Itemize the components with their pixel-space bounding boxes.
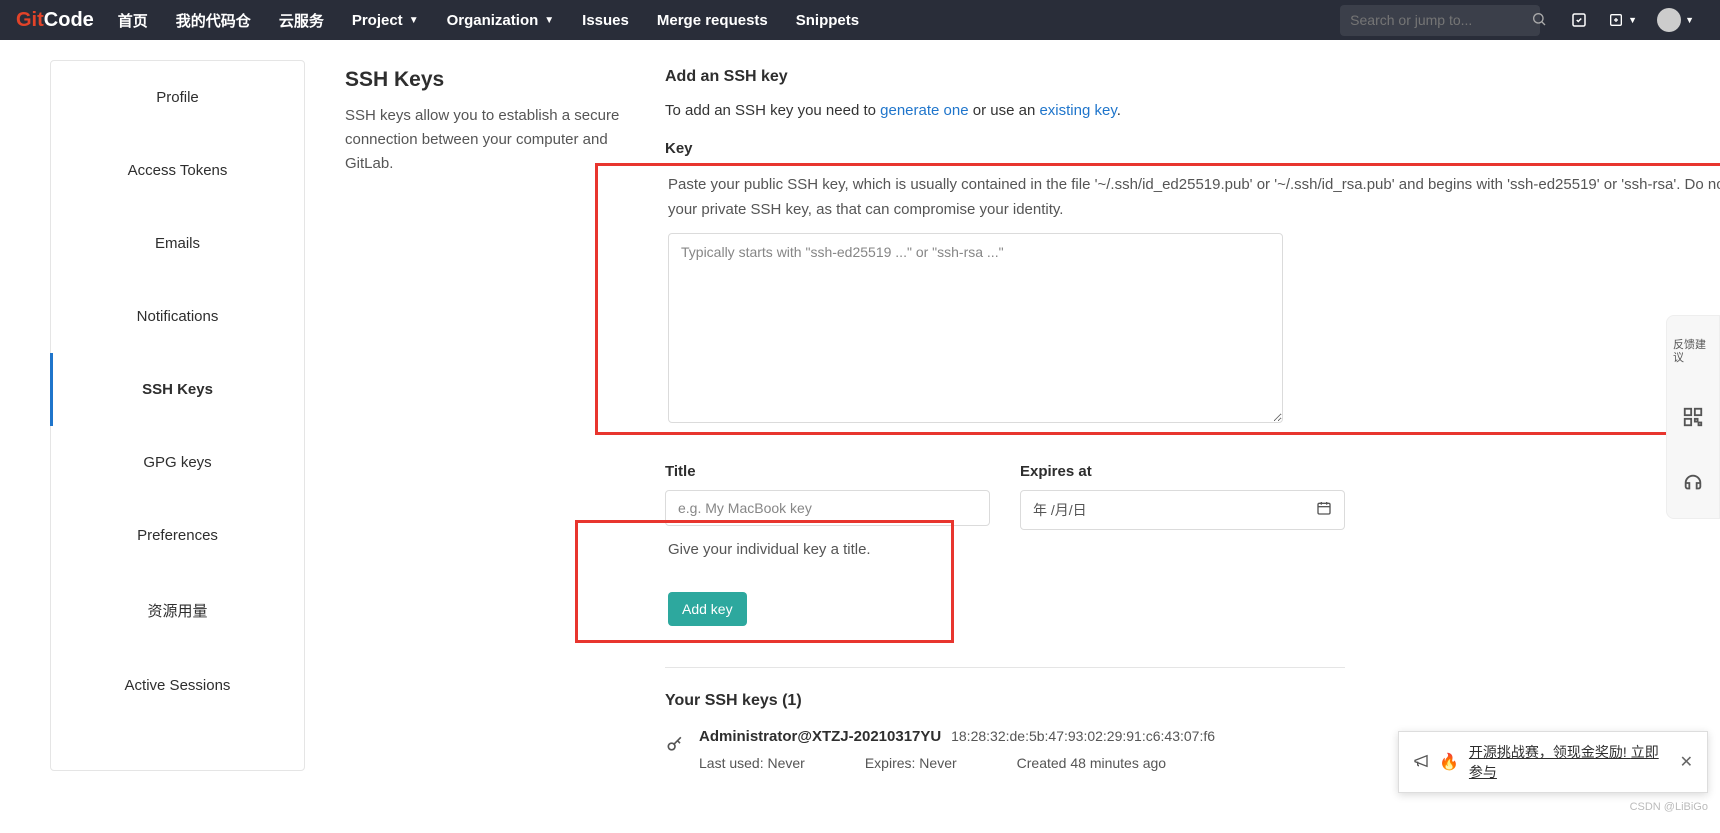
add-key-help: To add an SSH key you need to generate o… [665,98,1680,124]
settings-sidebar: Profile Access Tokens Emails Notificatio… [50,60,305,771]
sidebar-item-profile[interactable]: Profile [51,61,304,134]
sidebar-item-active-sessions[interactable]: Active Sessions [51,649,304,722]
key-last-used: Last used: Never [699,755,805,771]
nav-issues[interactable]: Issues [582,12,629,29]
existing-key-link[interactable]: existing key [1039,102,1116,119]
nav-cloud[interactable]: 云服务 [279,10,324,31]
nav-myrepo[interactable]: 我的代码仓 [176,10,251,31]
nav-project[interactable]: Project ▼ [352,12,419,29]
todos-icon[interactable] [1570,11,1588,29]
generate-one-link[interactable]: generate one [880,102,968,119]
key-textarea[interactable] [668,233,1283,423]
logo[interactable]: GitCode [16,9,94,32]
page-title: SSH Keys [345,68,625,92]
plus-icon[interactable]: ▼ [1608,12,1637,28]
promo-notification: 🔥 开源挑战赛，领现金奖励! 立即参与 ✕ [1398,731,1708,793]
help-text-1: To add an SSH key you need to [665,102,880,119]
top-navbar: GitCode 首页 我的代码仓 云服务 Project ▼ Organizat… [0,0,1720,40]
fire-icon: 🔥 [1439,752,1459,772]
close-icon[interactable]: ✕ [1680,752,1693,772]
chevron-down-icon: ▼ [544,15,554,26]
nav-links: 首页 我的代码仓 云服务 Project ▼ Organization ▼ Is… [118,10,859,31]
nav-merge-requests[interactable]: Merge requests [657,12,768,29]
sidebar-item-notifications[interactable]: Notifications [51,280,304,353]
expires-label: Expires at [1020,463,1345,480]
sidebar-item-preferences[interactable]: Preferences [51,499,304,572]
nav-project-label: Project [352,12,403,29]
title-hint: Give your individual key a title. [668,537,871,563]
nav-org-label: Organization [447,12,539,29]
search-icon[interactable] [1531,11,1547,30]
sidebar-item-emails[interactable]: Emails [51,207,304,280]
support-button[interactable] [1673,454,1713,512]
sidebar-item-ssh-keys[interactable]: SSH Keys [51,353,304,426]
form-column: Add an SSH key To add an SSH key you nee… [665,68,1680,771]
page-container: Profile Access Tokens Emails Notificatio… [0,40,1720,791]
key-icon [665,734,685,759]
highlight-box-addkey: Give your individual key a title. Add ke… [575,520,954,644]
page-description: SSH keys allow you to establish a secure… [345,104,625,176]
calendar-icon [1316,500,1332,519]
watermark: CSDN @LiBiGo [1630,801,1708,813]
help-text-2: or use an [969,102,1040,119]
nav-snippets[interactable]: Snippets [796,12,859,29]
right-rail: 反馈建议 [1666,315,1720,519]
expires-placeholder: 年 /月/日 [1033,500,1087,520]
highlight-box-key: Paste your public SSH key, which is usua… [595,163,1720,435]
qrcode-button[interactable] [1673,388,1713,446]
title-label: Title [665,463,990,480]
user-menu[interactable]: ▼ [1657,8,1694,32]
logo-git: Git [16,9,44,31]
key-label: Key [665,140,1680,157]
intro-column: SSH Keys SSH keys allow you to establish… [345,68,625,771]
title-expires-row: Title Expires at 年 /月/日 [665,455,1345,530]
add-key-heading: Add an SSH key [665,68,1680,86]
nav-home[interactable]: 首页 [118,10,148,31]
feedback-label: 反馈建议 [1673,339,1713,363]
key-created: Created 48 minutes ago [1017,755,1166,771]
logo-code: Code [44,9,94,31]
feedback-button[interactable]: 反馈建议 [1673,322,1713,380]
search-input[interactable] [1350,12,1531,28]
sidebar-item-usage[interactable]: 资源用量 [51,572,304,649]
key-expires: Expires: Never [865,755,957,771]
announce-icon [1413,753,1429,772]
help-text-3: . [1117,102,1121,119]
sidebar-item-gpg-keys[interactable]: GPG keys [51,426,304,499]
key-hint: Paste your public SSH key, which is usua… [668,172,1720,223]
chevron-down-icon: ▼ [1628,15,1637,25]
chevron-down-icon: ▼ [1685,15,1694,25]
key-fingerprint: 18:28:32:de:5b:47:93:02:29:91:c6:43:07:f… [951,728,1215,744]
main-content: SSH Keys SSH keys allow you to establish… [345,60,1680,771]
your-keys-heading: Your SSH keys (1) [665,692,1680,710]
chevron-down-icon: ▼ [409,15,419,26]
sidebar-item-access-tokens[interactable]: Access Tokens [51,134,304,207]
separator [665,667,1345,668]
search-box[interactable] [1340,5,1540,36]
key-title[interactable]: Administrator@XTZJ-20210317YU [699,728,941,745]
avatar [1657,8,1681,32]
add-key-button[interactable]: Add key [668,592,747,626]
nav-organization[interactable]: Organization ▼ [447,12,555,29]
promo-message[interactable]: 开源挑战赛，领现金奖励! 立即参与 [1469,742,1670,782]
expires-input[interactable]: 年 /月/日 [1020,490,1345,530]
